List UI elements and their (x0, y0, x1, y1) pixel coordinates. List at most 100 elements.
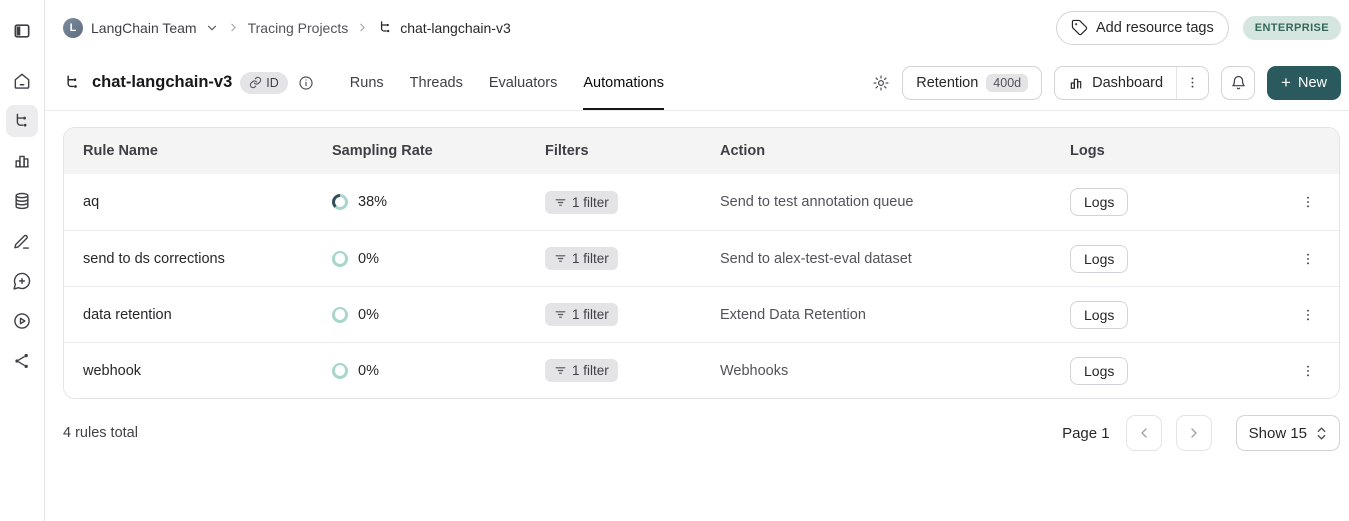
title-actions: Retention 400d Dashboard (872, 66, 1341, 100)
automation-rules-table: Rule Name Sampling Rate Filters Action L… (63, 127, 1340, 399)
prompts-icon[interactable] (6, 265, 38, 297)
column-header-logs: Logs (1051, 143, 1293, 159)
app-window: L LangChain Team Tracing Projects (0, 0, 1349, 521)
chevron-left-icon (1136, 425, 1152, 441)
rule-name: aq (64, 194, 313, 210)
rule-action: Webhooks (701, 363, 1051, 379)
dashboard-button[interactable]: Dashboard (1055, 67, 1176, 99)
sampling-rate-value: 38% (358, 194, 387, 210)
playground-icon[interactable] (6, 305, 38, 337)
dashboard-more-kebab-icon[interactable] (1176, 67, 1208, 99)
filter-lines-icon (554, 196, 567, 209)
sidebar-toggle-icon[interactable] (6, 15, 38, 47)
deployments-icon[interactable] (6, 345, 38, 377)
main-content: L LangChain Team Tracing Projects (45, 0, 1349, 521)
table-row: send to ds corrections 0% 1 filter Send … (64, 230, 1339, 286)
topbar-right: Add resource tags ENTERPRISE (1056, 11, 1341, 45)
rule-action: Send to test annotation queue (701, 194, 1051, 210)
annotation-icon[interactable] (6, 225, 38, 257)
filter-chip[interactable]: 1 filter (545, 303, 618, 326)
breadcrumb-current[interactable]: chat-langchain-v3 (377, 19, 511, 36)
tracing-project-icon (63, 73, 82, 92)
page-size-select[interactable]: Show 15 (1236, 415, 1340, 451)
settings-gear-icon[interactable] (872, 74, 890, 92)
tab-threads[interactable]: Threads (410, 55, 463, 110)
sampling-donut-icon (332, 251, 348, 267)
tag-icon (1071, 19, 1088, 36)
sampling-rate-value: 0% (358, 363, 379, 379)
sampling-rate-cell: 0% (313, 307, 526, 323)
link-icon (249, 76, 262, 89)
rule-name: webhook (64, 363, 313, 379)
row-menu-kebab-icon[interactable] (1293, 356, 1323, 386)
add-resource-tags-button[interactable]: Add resource tags (1056, 11, 1229, 45)
info-icon[interactable] (298, 75, 314, 91)
chevron-down-icon[interactable] (205, 21, 219, 35)
sampling-rate-value: 0% (358, 307, 379, 323)
sampling-rate-cell: 0% (313, 251, 526, 267)
next-page-button[interactable] (1176, 415, 1212, 451)
rule-action: Send to alex-test-eval dataset (701, 251, 1051, 267)
column-header-filters: Filters (526, 143, 701, 159)
monitoring-icon[interactable] (6, 145, 38, 177)
column-header-rule-name: Rule Name (64, 143, 313, 159)
table-row: webhook 0% 1 filter Webhooks Logs (64, 342, 1339, 398)
pagination: Page 1 Show 15 (1062, 415, 1340, 451)
copy-id-badge[interactable]: ID (240, 72, 288, 94)
notifications-bell-icon[interactable] (1221, 66, 1255, 100)
logs-button[interactable]: Logs (1070, 245, 1128, 273)
tracing-project-icon (377, 19, 394, 36)
column-header-sampling-rate: Sampling Rate (313, 143, 526, 159)
rule-name: send to ds corrections (64, 251, 313, 267)
filter-lines-icon (554, 364, 567, 377)
project-tabs: Runs Threads Evaluators Automations (350, 55, 664, 110)
title-group: chat-langchain-v3 ID (63, 72, 314, 94)
page-indicator: Page 1 (1062, 425, 1110, 442)
filter-lines-icon (554, 308, 567, 321)
table-row: data retention 0% 1 filter Extend Data R… (64, 286, 1339, 342)
sampling-donut-icon (332, 363, 348, 379)
dashboard-split-button: Dashboard (1054, 66, 1209, 100)
tab-runs[interactable]: Runs (350, 55, 384, 110)
breadcrumb: L LangChain Team Tracing Projects (63, 18, 511, 38)
row-menu-kebab-icon[interactable] (1293, 300, 1323, 330)
sampling-donut-icon (332, 194, 348, 210)
org-avatar: L (63, 18, 83, 38)
home-icon[interactable] (6, 65, 38, 97)
tab-evaluators[interactable]: Evaluators (489, 55, 558, 110)
rule-action: Extend Data Retention (701, 307, 1051, 323)
new-rule-button[interactable]: + New (1267, 66, 1341, 100)
filter-chip[interactable]: 1 filter (545, 359, 618, 382)
row-menu-kebab-icon[interactable] (1293, 244, 1323, 274)
chevron-right-icon (227, 21, 240, 34)
column-header-action: Action (701, 143, 1051, 159)
retention-button[interactable]: Retention 400d (902, 66, 1042, 100)
plus-icon: + (1281, 74, 1291, 91)
logs-button[interactable]: Logs (1070, 188, 1128, 216)
row-menu-kebab-icon[interactable] (1293, 187, 1323, 217)
logs-button[interactable]: Logs (1070, 301, 1128, 329)
datasets-icon[interactable] (6, 185, 38, 217)
filter-chip[interactable]: 1 filter (545, 191, 618, 214)
breadcrumb-section[interactable]: Tracing Projects (248, 20, 349, 36)
chevron-right-icon (356, 21, 369, 34)
chevron-right-icon (1186, 425, 1202, 441)
left-nav-rail (0, 0, 45, 521)
tab-automations[interactable]: Automations (583, 55, 664, 110)
title-bar: chat-langchain-v3 ID Runs Threads (45, 55, 1349, 111)
rule-name: data retention (64, 307, 313, 323)
breadcrumb-org[interactable]: LangChain Team (91, 20, 197, 36)
filter-lines-icon (554, 252, 567, 265)
filter-chip[interactable]: 1 filter (545, 247, 618, 270)
plan-badge: ENTERPRISE (1243, 16, 1341, 40)
table-row: aq 38% 1 filter Send to test annotation … (64, 174, 1339, 230)
logs-button[interactable]: Logs (1070, 357, 1128, 385)
retention-days-badge: 400d (986, 74, 1028, 92)
sampling-rate-value: 0% (358, 251, 379, 267)
sampling-rate-cell: 0% (313, 363, 526, 379)
tracing-projects-icon[interactable] (6, 105, 38, 137)
stepper-chevrons-icon (1316, 426, 1327, 441)
previous-page-button[interactable] (1126, 415, 1162, 451)
top-bar: L LangChain Team Tracing Projects (45, 0, 1349, 55)
table-header-row: Rule Name Sampling Rate Filters Action L… (64, 128, 1339, 174)
